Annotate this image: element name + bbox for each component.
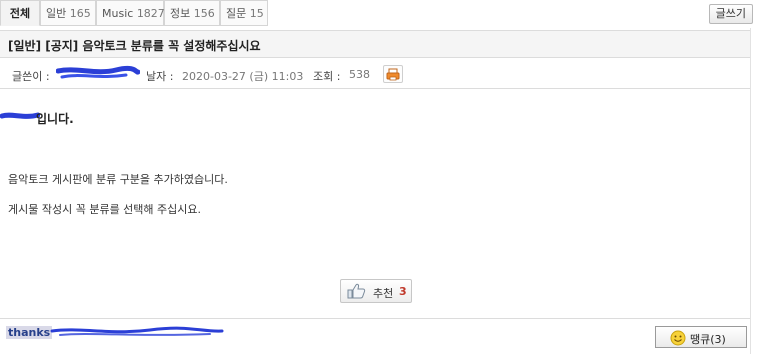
body-line-1: 음악토크 게시판에 분류 구분을 추가하였습니다. [8,173,228,186]
post-title: [일반] [공지] 음악토크 분류를 꼭 설정해주십시요 [8,39,261,53]
tab-music[interactable]: Music 1827 [96,0,165,26]
date-value: 2020-03-27 (금) 11:03 [182,70,304,83]
thanks-label: thanks [6,326,53,339]
category-tabs: 전체 일반 165 Music 1827 정보 156 질문 15 글쓰기 [0,0,757,28]
post-title-bar: [일반] [공지] 음악토크 분류를 꼭 설정해주십시요 [0,30,750,58]
recommend-button[interactable]: 추천 3 [340,279,412,303]
date-label: 날자 : [146,70,174,83]
tab-label: Music [102,7,134,20]
tab-info[interactable]: 정보 156 [164,0,220,26]
tab-label: 정보 [170,7,191,20]
body-line-2: 게시물 작성시 꼭 분류를 선택해 주십시요. [8,203,202,216]
author-label: 글쓴이 : [12,70,50,83]
write-button[interactable]: 글쓰기 [708,4,753,24]
smiley-icon [670,330,686,346]
tab-question[interactable]: 질문 15 [220,0,268,26]
printer-icon [386,68,400,81]
tab-general[interactable]: 일반 165 [40,0,96,26]
redacted-name-mark [0,112,40,119]
tab-label: 질문 [226,7,247,20]
thanks-bar: thanks 땡큐(3) [0,318,750,354]
tab-all[interactable]: 전체 [0,0,40,26]
greeting-text: 입니다. [36,112,74,126]
post-meta: 글쓴이 : 날자 : 2020-03-27 (금) 11:03 조회 : 538 [0,59,750,89]
tab-label: 일반 [46,7,67,20]
thank-you-button[interactable]: 땡큐(3) [655,326,747,348]
tab-count: 15 [249,7,264,20]
redacted-author-mark [56,65,140,79]
recommend-count: 3 [399,285,407,298]
tab-label: 전체 [9,7,31,20]
print-button[interactable] [383,65,403,83]
recommend-label: 추천 [373,287,394,300]
views-label: 조회 : [313,70,341,83]
views-value: 538 [349,68,370,81]
tab-count: 156 [193,7,215,20]
right-border [750,28,751,354]
tab-count: 165 [69,7,91,20]
redacted-thanks-list [50,326,224,336]
thumbs-up-icon [347,283,366,299]
thank-you-label: 땡큐(3) [690,333,726,346]
tab-count: 1827 [136,7,165,20]
